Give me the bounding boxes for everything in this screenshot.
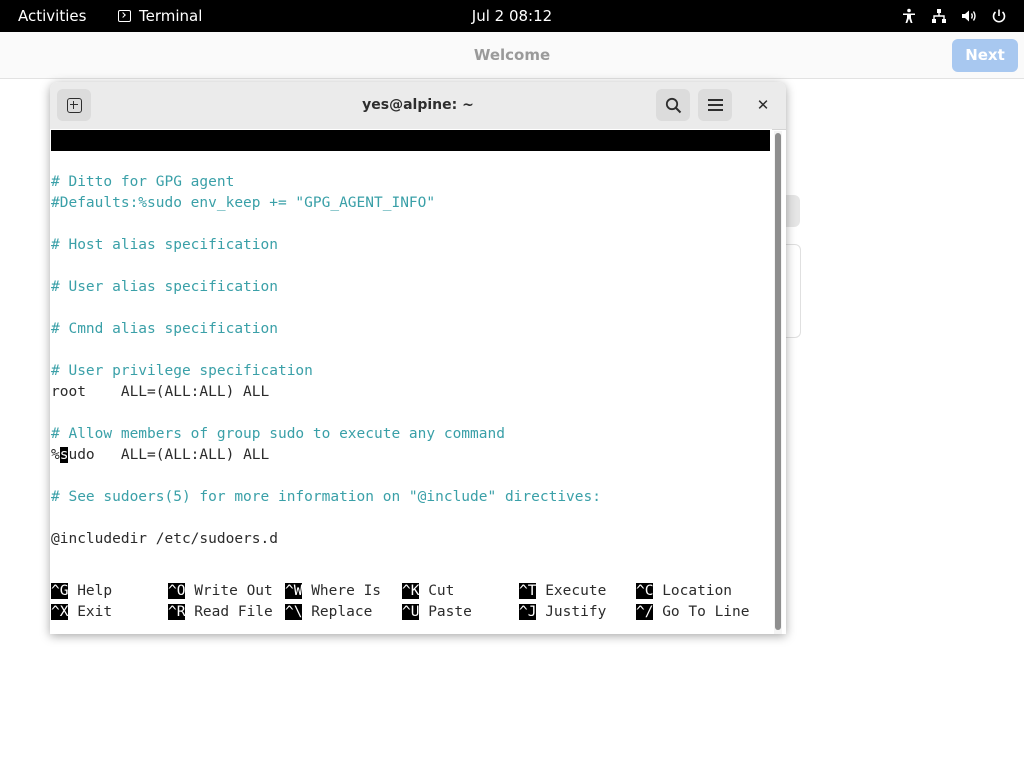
new-tab-button[interactable] <box>57 89 91 121</box>
comment-line: # Host alias specification <box>51 237 278 253</box>
comment-line: # User alias specification <box>51 279 278 295</box>
app-menu-label: Terminal <box>139 7 203 25</box>
shortcut-key: ^/ <box>636 604 654 620</box>
background-widget <box>786 195 800 227</box>
shortcut-label: Location <box>653 583 733 599</box>
terminal-headerbar: yes@alpine: ~ ✕ <box>50 82 786 130</box>
clock[interactable]: Jul 2 08:12 <box>472 7 552 25</box>
terminal-content[interactable]: GNU nano 7.2 /etc/sudoers # Ditto for GP… <box>50 129 772 634</box>
comment-line: # Ditto for GPG agent <box>51 174 235 190</box>
nano-titlebar: GNU nano 7.2 /etc/sudoers <box>51 130 770 190</box>
shortcut-label: Replace <box>302 604 373 620</box>
shortcut-label: Write Out <box>185 583 273 599</box>
scrollbar-thumb[interactable] <box>775 133 781 630</box>
system-tray[interactable] <box>900 0 1008 32</box>
shortcut-paste[interactable]: ^U Paste <box>402 602 472 623</box>
comment-line: # Cmnd alias specification <box>51 321 278 337</box>
code-line: root ALL=(ALL:ALL) ALL <box>51 384 270 400</box>
shortcut-go-to-line[interactable]: ^/ Go To Line <box>636 602 750 623</box>
shortcut-key: ^K <box>402 583 420 599</box>
hamburger-icon <box>707 99 723 111</box>
nano-version: GNU nano 7.2 <box>69 153 174 169</box>
shortcut-key: ^\ <box>285 604 303 620</box>
shortcut-key: ^T <box>519 583 537 599</box>
top-bar: Activities Terminal Jul 2 08:12 <box>0 0 1024 32</box>
shortcut-label: Go To Line <box>653 604 750 620</box>
shortcut-label: Help <box>68 583 113 599</box>
shortcut-cut[interactable]: ^K Cut <box>402 581 454 602</box>
shortcut-label: Execute <box>536 583 607 599</box>
shortcut-label: Read File <box>185 604 273 620</box>
shortcut-write-out[interactable]: ^O Write Out <box>168 581 273 602</box>
code-line: @includedir /etc/sudoers.d <box>51 531 278 547</box>
shortcut-replace[interactable]: ^\ Replace <box>285 602 372 623</box>
shortcut-justify[interactable]: ^J Justify <box>519 602 606 623</box>
shortcut-execute[interactable]: ^T Execute <box>519 581 606 602</box>
shortcut-label: Paste <box>419 604 472 620</box>
terminal-icon <box>118 10 131 22</box>
network-icon[interactable] <box>930 7 948 25</box>
accessibility-icon[interactable] <box>900 7 918 25</box>
shortcut-key: ^J <box>519 604 537 620</box>
shortcut-key: ^C <box>636 583 654 599</box>
app-menu[interactable]: Terminal <box>118 0 202 32</box>
close-button[interactable]: ✕ <box>752 94 774 116</box>
nano-filename: /etc/sudoers <box>377 174 482 190</box>
power-icon[interactable] <box>990 7 1008 25</box>
terminal-window: yes@alpine: ~ ✕ GNU nano 7.2 /etc/sudoer… <box>50 82 786 634</box>
shortcut-label: Where Is <box>302 583 382 599</box>
shortcut-read-file[interactable]: ^R Read File <box>168 602 273 623</box>
shortcut-key: ^R <box>168 604 186 620</box>
shortcut-key: ^O <box>168 583 186 599</box>
shortcut-help[interactable]: ^G Help <box>51 581 112 602</box>
search-icon <box>665 97 681 113</box>
comment-line: # Allow members of group sudo to execute… <box>51 426 505 442</box>
background-widget <box>786 244 801 338</box>
shortcut-exit[interactable]: ^X Exit <box>51 602 112 623</box>
shortcut-where-is[interactable]: ^W Where Is <box>285 581 381 602</box>
comment-line: # User privilege specification <box>51 363 313 379</box>
next-button[interactable]: Next <box>952 39 1018 72</box>
search-button[interactable] <box>656 89 690 121</box>
activities-button[interactable]: Activities <box>18 0 86 32</box>
shortcut-label: Justify <box>536 604 607 620</box>
welcome-header: Welcome Next <box>0 32 1024 79</box>
shortcut-label: Cut <box>419 583 455 599</box>
welcome-title: Welcome <box>473 46 551 64</box>
scrollbar[interactable] <box>774 131 782 634</box>
code-line: %sudo ALL=(ALL:ALL) ALL <box>51 447 270 463</box>
volume-icon[interactable] <box>960 7 978 25</box>
shortcut-location[interactable]: ^C Location <box>636 581 732 602</box>
shortcut-key: ^U <box>402 604 420 620</box>
close-icon: ✕ <box>756 96 770 114</box>
menu-button[interactable] <box>698 89 732 121</box>
comment-line: # See sudoers(5) for more information on… <box>51 489 601 505</box>
shortcut-label: Exit <box>68 604 113 620</box>
shortcut-key: ^G <box>51 583 69 599</box>
shortcut-key: ^W <box>285 583 303 599</box>
comment-line: #Defaults:%sudo env_keep += "GPG_AGENT_I… <box>51 195 436 211</box>
shortcut-key: ^X <box>51 604 69 620</box>
new-tab-icon <box>66 97 82 113</box>
